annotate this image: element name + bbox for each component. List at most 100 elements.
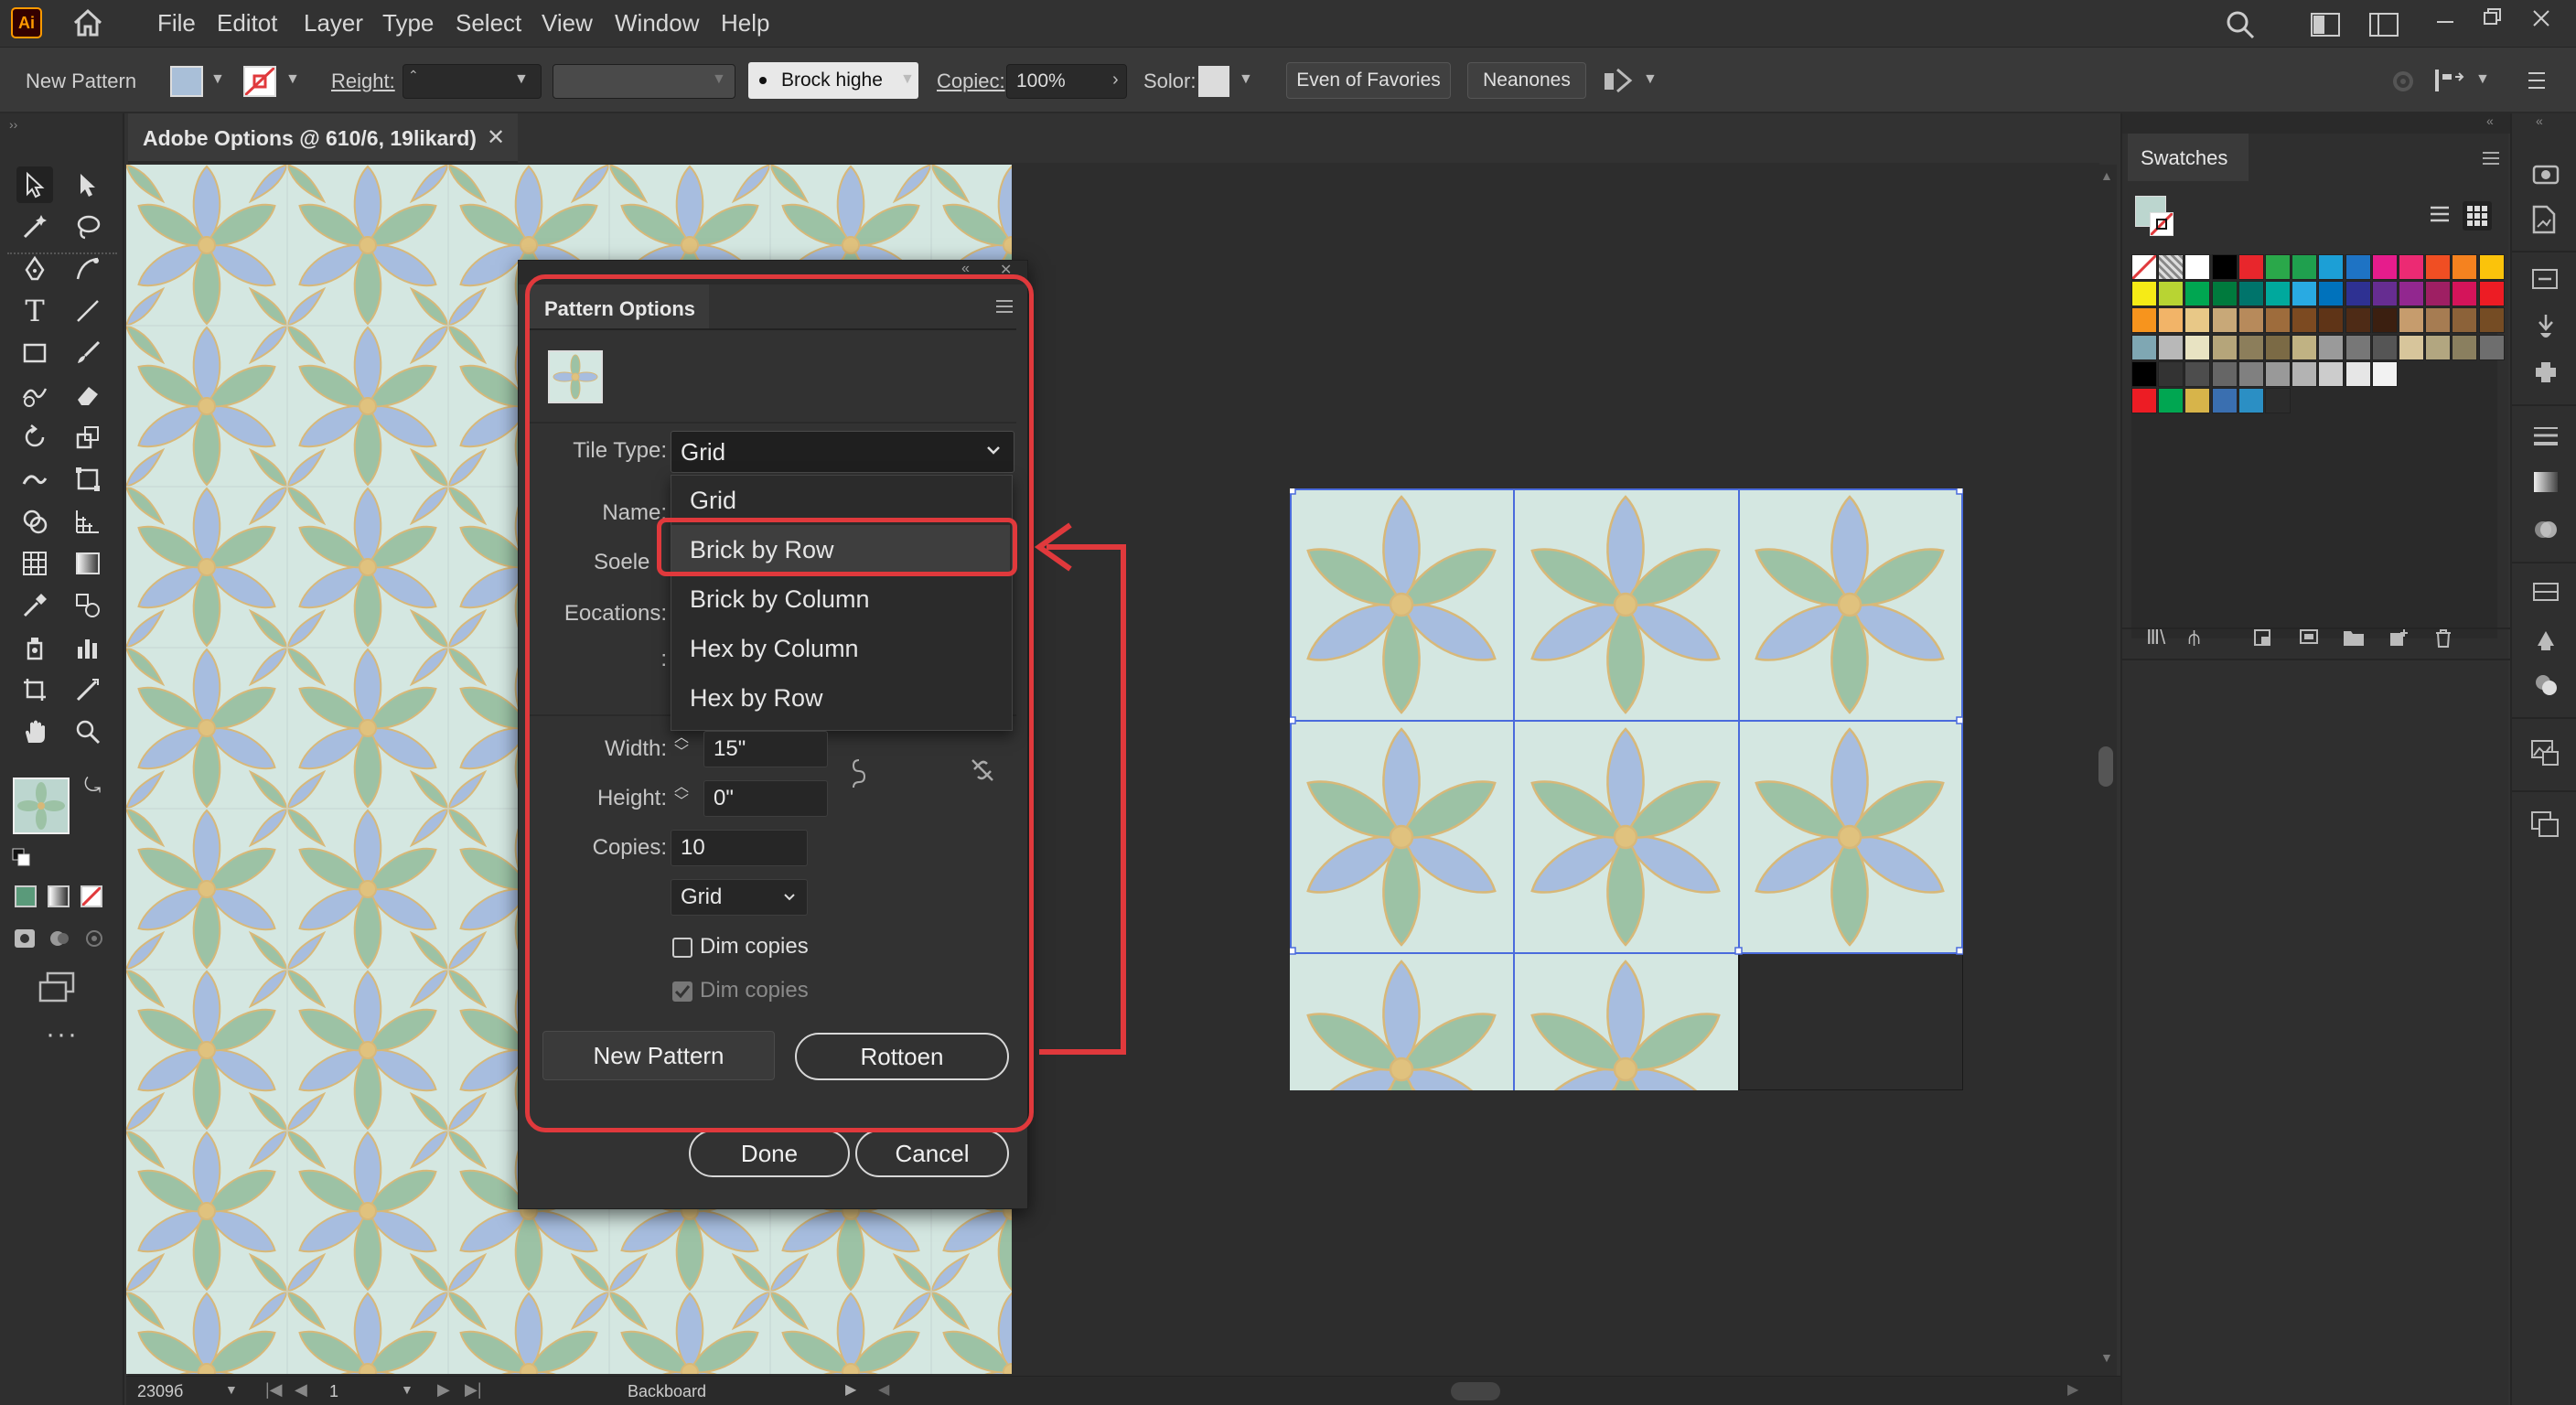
swatch[interactable] — [2399, 334, 2424, 360]
close-icon[interactable] — [2530, 7, 2552, 29]
done-button[interactable]: Done — [689, 1130, 850, 1177]
home-icon[interactable] — [71, 7, 104, 38]
swatch[interactable] — [2238, 307, 2264, 334]
swatch[interactable] — [2318, 254, 2345, 280]
swatch[interactable] — [2131, 281, 2157, 307]
swatch[interactable] — [2399, 281, 2424, 307]
swatch[interactable] — [2292, 360, 2318, 387]
draw-normal-icon[interactable] — [13, 928, 37, 949]
scale-tool-icon[interactable] — [70, 419, 106, 456]
swatch[interactable] — [2184, 334, 2211, 360]
swatch[interactable] — [2292, 307, 2318, 334]
swatch[interactable] — [2371, 254, 2398, 280]
swatch[interactable] — [2292, 334, 2318, 360]
swatch[interactable] — [2211, 360, 2238, 387]
menu-select[interactable]: Select — [456, 9, 521, 38]
neanones-button[interactable]: Neanones — [1467, 62, 1586, 99]
favorites-button[interactable]: Even of Favories — [1286, 62, 1451, 99]
brushes-icon[interactable] — [2532, 313, 2560, 342]
swatch[interactable] — [2345, 307, 2371, 334]
eyedropper-tool-icon[interactable] — [16, 587, 53, 624]
perspective-grid-tool-icon[interactable] — [70, 503, 106, 540]
eraser-tool-icon[interactable] — [70, 377, 106, 413]
swatch[interactable] — [2184, 281, 2211, 307]
artboard-number[interactable]: 1 — [329, 1382, 338, 1401]
search-icon[interactable] — [2225, 9, 2256, 40]
swatch[interactable] — [2265, 254, 2291, 280]
swatch[interactable] — [2158, 360, 2184, 387]
swatch[interactable] — [2292, 281, 2318, 307]
swatch[interactable] — [2131, 334, 2157, 360]
zoom-level[interactable]: 2309б — [137, 1382, 183, 1401]
artboard-chevron-icon[interactable]: ▼ — [401, 1382, 413, 1397]
first-artboard-icon[interactable]: |◀ — [265, 1380, 283, 1400]
swap-fill-stroke-icon[interactable]: ⤿ — [84, 774, 101, 798]
swatch[interactable] — [2425, 307, 2452, 334]
swatch[interactable] — [2211, 281, 2238, 307]
variable-width-field[interactable] — [553, 64, 735, 99]
app-logo[interactable]: Ai — [11, 7, 42, 38]
free-transform-tool-icon[interactable] — [70, 461, 106, 498]
recolor-chevron-icon[interactable]: ▼ — [1643, 71, 1658, 88]
minimize-icon[interactable] — [2433, 13, 2457, 31]
fill-swatch[interactable] — [170, 66, 203, 97]
restore-icon[interactable] — [2481, 5, 2505, 27]
appearance-icon[interactable] — [2532, 580, 2560, 604]
rectangle-tool-icon[interactable] — [16, 335, 53, 371]
transparency-icon[interactable] — [2532, 516, 2560, 543]
more-tools-icon[interactable]: ··· — [46, 1019, 79, 1050]
swatch[interactable] — [2158, 281, 2184, 307]
swatch[interactable] — [2265, 307, 2291, 334]
mesh-tool-icon[interactable] — [16, 545, 53, 582]
next-artboard-icon[interactable]: ▶ — [437, 1380, 450, 1400]
magic-wand-tool-icon[interactable] — [16, 209, 53, 245]
swatch[interactable] — [2452, 334, 2478, 360]
scroll-left-icon[interactable]: ◀ — [878, 1380, 889, 1399]
color-guide-icon[interactable] — [2532, 671, 2560, 699]
swatch[interactable] — [2211, 388, 2238, 413]
none-mode-icon[interactable] — [80, 885, 102, 907]
swatch[interactable] — [2371, 281, 2398, 307]
stroke-chevron-icon[interactable]: ▼ — [285, 71, 300, 88]
brush-chevron-icon[interactable]: ▼ — [900, 71, 915, 88]
grid-view-icon[interactable] — [2463, 201, 2492, 231]
fill-color-swatch[interactable] — [13, 778, 70, 834]
scroll-right-icon[interactable]: ▶ — [2067, 1380, 2078, 1399]
menu-help[interactable]: Help — [721, 9, 769, 38]
new-color-group-icon[interactable] — [2298, 627, 2320, 648]
arrange-documents-icon[interactable] — [2369, 13, 2399, 37]
swatch[interactable] — [2345, 360, 2371, 387]
document-tab-close-icon[interactable]: ✕ — [487, 124, 505, 151]
draw-behind-icon[interactable] — [48, 928, 71, 949]
swatch[interactable] — [2452, 307, 2478, 334]
lasso-tool-icon[interactable] — [70, 209, 106, 245]
swatch[interactable] — [2265, 388, 2291, 413]
swatch[interactable] — [2371, 360, 2398, 387]
swatch-none[interactable] — [2131, 254, 2157, 280]
show-swatch-kinds-icon[interactable]: ⫛ — [2188, 626, 2200, 649]
swatch[interactable] — [2425, 254, 2452, 280]
horizontal-scroll-thumb[interactable] — [1451, 1382, 1500, 1400]
swatch[interactable] — [2318, 360, 2345, 387]
artboards-panel-icon[interactable] — [2530, 810, 2560, 838]
warp-tool-icon[interactable] — [16, 461, 53, 498]
rotate-tool-icon[interactable] — [16, 419, 53, 456]
swatch[interactable] — [2265, 360, 2291, 387]
swatch[interactable] — [2265, 281, 2291, 307]
scroll-down-icon[interactable]: ▼ — [2100, 1350, 2113, 1365]
reight-chevron-icon[interactable]: ▼ — [514, 71, 529, 88]
symbol-sprayer-tool-icon[interactable] — [16, 629, 53, 666]
menu-window[interactable]: Window — [615, 9, 699, 38]
curvature-tool-icon[interactable] — [70, 251, 106, 287]
swatch[interactable] — [2478, 307, 2505, 334]
links-icon[interactable] — [2530, 267, 2560, 291]
shaper-tool-icon[interactable] — [16, 377, 53, 413]
swatch[interactable] — [2452, 254, 2478, 280]
recolor-icon[interactable] — [1603, 66, 1634, 95]
draw-inside-icon[interactable] — [82, 928, 106, 949]
paintbrush-tool-icon[interactable] — [70, 335, 106, 371]
swatch[interactable] — [2184, 254, 2211, 280]
swatch[interactable] — [2211, 254, 2238, 280]
hand-tool-icon[interactable] — [16, 713, 53, 750]
folder-icon[interactable] — [2342, 627, 2366, 648]
